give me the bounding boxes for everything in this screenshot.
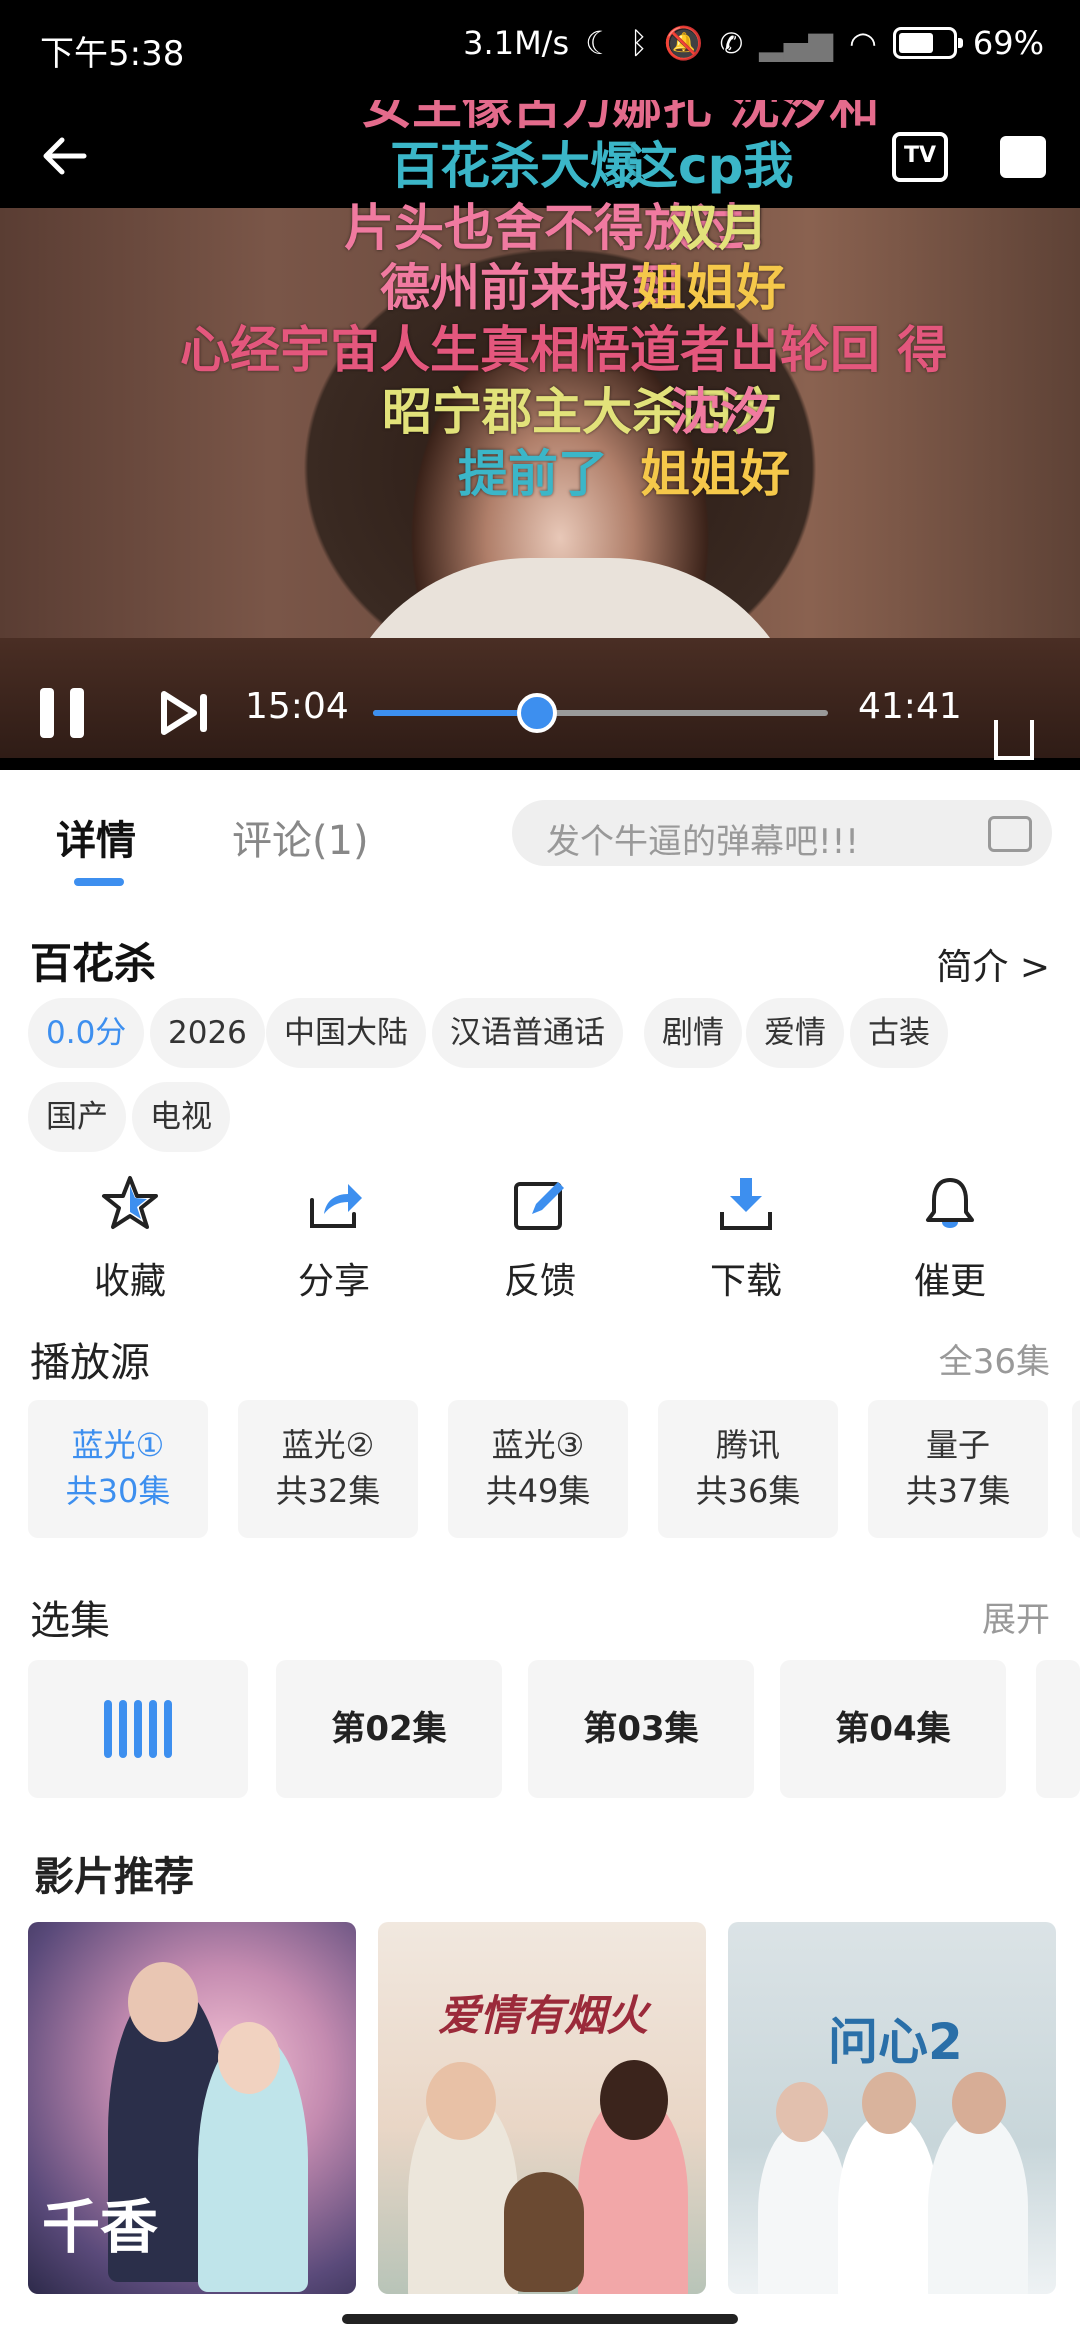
source-list: 蓝光① 共30集 蓝光② 共32集 蓝光③ 共49集 腾讯 共36集 量子 共3… [0,1400,1080,1540]
action-label: 收藏 [93,1261,166,1302]
source-item[interactable]: 量子 共37集 [868,1400,1048,1538]
episode-item[interactable]: 第04集 [780,1660,1006,1798]
poster-card[interactable]: 问心2 [728,1922,1056,2294]
fullscreen-icon[interactable] [994,720,1034,760]
poster-title: 千香 [42,2193,159,2261]
danmu-input[interactable]: 发个牛逼的弹幕吧!!! [512,800,1052,866]
source-count: 共49集 [485,1472,591,1510]
call-icon: ✆ [719,26,744,60]
playing-bars-icon [104,1700,174,1758]
download-button[interactable]: 下载 [666,1174,826,1304]
status-bar: 下午5:38 3.1M/s ☾ ᛒ 🔕 ✆ ▂▄▆ ◠ 69% [0,0,1080,100]
current-time: 15:04 [245,686,349,727]
source-count: 共30集 [65,1472,171,1510]
sources-total: 全36集 [938,1342,1050,1382]
moon-icon: ☾ [585,24,614,62]
bell-icon [926,1178,974,1228]
home-indicator[interactable] [342,2314,738,2324]
favorite-button[interactable]: 收藏 [50,1174,210,1304]
sources-title: 播放源 [30,1340,150,1386]
tag-year: 2026 [150,998,265,1068]
source-count: 共36集 [695,1472,801,1510]
tag-language: 汉语普通话 [432,998,623,1068]
status-time: 下午5:38 [40,34,185,74]
progress-played [373,710,538,716]
source-name: 蓝光① [71,1426,165,1464]
total-time: 41:41 [858,686,962,727]
player-controls: 15:04 41:41 [0,640,1080,770]
episodes-expand[interactable]: 展开 [982,1592,1050,1641]
tab-comments[interactable]: 评论(1) [232,808,369,866]
danmu-input-placeholder: 发个牛逼的弹幕吧!!! [546,822,859,862]
detail-tabs: 详情 评论(1) 发个牛逼的弹幕吧!!! [0,770,1080,900]
source-item[interactable]: 蓝光③ 共49集 [448,1400,628,1538]
source-name: 腾讯 [715,1426,780,1464]
pip-icon[interactable] [1000,136,1046,178]
tag-genre: 剧情 [644,998,742,1068]
download-icon [720,1178,772,1230]
source-item[interactable]: 蓝光② 共32集 [238,1400,418,1538]
episode-list: 第02集 第03集 第04集 [0,1660,1080,1800]
back-arrow-icon[interactable] [40,136,88,176]
tag-region: 中国大陆 [266,998,426,1068]
tab-details[interactable]: 详情 [56,808,136,866]
next-episode-icon[interactable] [160,690,210,736]
tag-type: 电视 [132,1082,230,1152]
tv-cast-icon[interactable]: TV [892,132,948,182]
signal-icon: ▂▄▆ [759,24,833,62]
action-label: 反馈 [503,1261,576,1302]
episode-item[interactable]: 第03集 [528,1660,754,1798]
star-icon [102,1176,158,1229]
video-player[interactable]: TV 女主像古力娜扎 沈汐和 百花杀大爆 这cp我 片头也舍不得放过！ 双月 德… [0,100,1080,770]
intro-link[interactable]: 简介 > [936,938,1050,990]
source-item-partial[interactable] [1072,1400,1080,1538]
tag-score: 0.0分 [28,998,145,1068]
source-name: 蓝光② [281,1426,375,1464]
poster-card[interactable]: 千香 [28,1922,356,2294]
recommend-list: 千香 爱情有烟火 问心2 [0,1922,1080,2294]
share-button[interactable]: 分享 [254,1174,414,1304]
show-title: 百花杀 [30,939,157,988]
action-label: 催更 [913,1261,986,1302]
source-item[interactable]: 腾讯 共36集 [658,1400,838,1538]
feedback-button[interactable]: 反馈 [460,1174,620,1304]
edit-icon [514,1182,564,1230]
mute-bell-icon: 🔕 [663,24,704,62]
source-count: 共32集 [275,1472,381,1510]
source-name: 蓝光③ [491,1426,585,1464]
danmu-settings-icon[interactable] [988,816,1032,852]
danmu-comment: 提前了 [458,445,608,503]
episode-item[interactable]: 第02集 [276,1660,502,1798]
tag-origin: 国产 [28,1082,126,1152]
poster-card[interactable]: 爱情有烟火 [378,1922,706,2294]
source-count: 共37集 [905,1472,1011,1510]
action-label: 分享 [297,1261,370,1302]
episode-playing[interactable] [28,1660,248,1798]
progress-bar[interactable] [373,693,828,733]
battery-icon [892,27,963,59]
remind-update-button[interactable]: 催更 [870,1174,1030,1304]
wifi-icon: ◠ [848,24,877,62]
poster-title: 爱情有烟火 [438,1991,649,2040]
tag-genre: 古装 [850,998,948,1068]
network-speed: 3.1M/s [463,24,570,62]
progress-thumb[interactable] [517,693,558,733]
bluetooth-icon: ᛒ [629,25,648,61]
episode-item-partial[interactable] [1036,1660,1080,1798]
tab-indicator [74,878,124,886]
source-name: 量子 [925,1426,990,1464]
recommend-title: 影片推荐 [34,1854,194,1900]
poster-title: 问心2 [828,2013,963,2071]
battery-percent: 69% [972,24,1044,62]
action-label: 下载 [709,1261,782,1302]
danmu-comment: 姐姐好 [640,445,790,503]
episodes-title: 选集 [30,1598,110,1644]
pause-icon[interactable] [40,688,86,738]
source-item[interactable]: 蓝光① 共30集 [28,1400,208,1538]
action-row: 收藏 分享 反馈 下载 催更 [0,1174,1080,1304]
tag-genre: 爱情 [746,998,844,1068]
share-icon [310,1184,362,1228]
